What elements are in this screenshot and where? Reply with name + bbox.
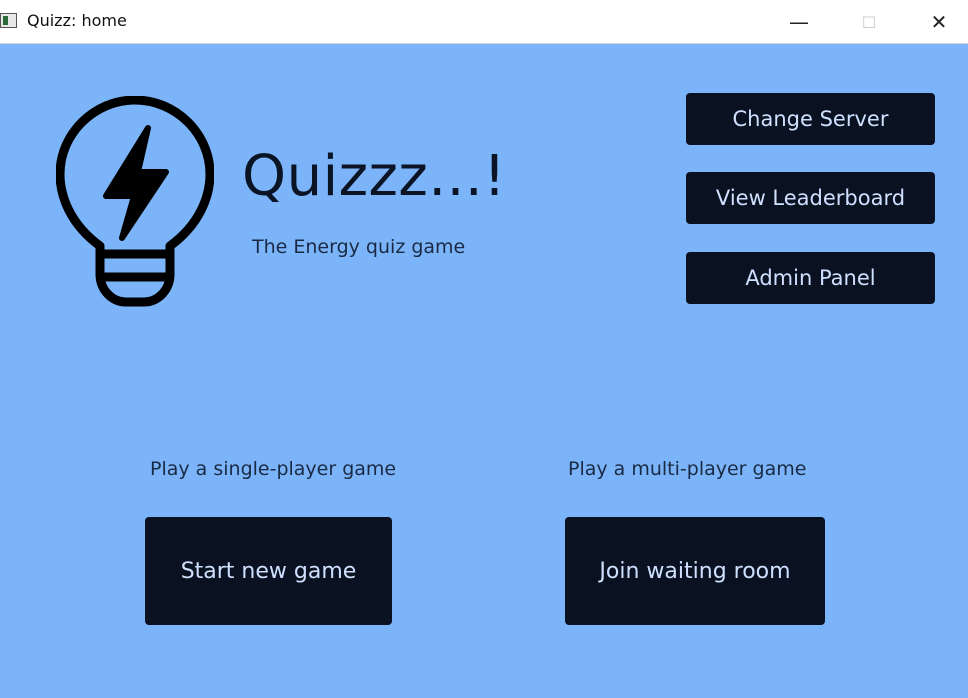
multi-player-label: Play a multi-player game <box>568 458 807 480</box>
app-window: Quizz: home — ☐ ✕ Quizzz...! The Energy … <box>0 0 968 698</box>
home-screen: Quizzz...! The Energy quiz game Change S… <box>0 44 968 698</box>
start-new-game-button[interactable]: Start new game <box>145 517 392 625</box>
minimize-button[interactable]: — <box>771 0 827 44</box>
maximize-button[interactable]: ☐ <box>841 0 897 44</box>
app-icon <box>0 13 17 28</box>
title-bar[interactable]: Quizz: home — ☐ ✕ <box>0 0 968 44</box>
close-button[interactable]: ✕ <box>911 0 967 44</box>
single-player-label: Play a single-player game <box>150 458 397 480</box>
view-leaderboard-button[interactable]: View Leaderboard <box>686 172 935 224</box>
app-title: Quizzz...! <box>242 144 507 209</box>
window-title: Quizz: home <box>27 11 127 30</box>
change-server-button[interactable]: Change Server <box>686 93 935 145</box>
app-subtitle: The Energy quiz game <box>252 236 466 258</box>
lightbulb-bolt-icon <box>56 96 214 307</box>
join-waiting-room-button[interactable]: Join waiting room <box>565 517 825 625</box>
admin-panel-button[interactable]: Admin Panel <box>686 252 935 304</box>
